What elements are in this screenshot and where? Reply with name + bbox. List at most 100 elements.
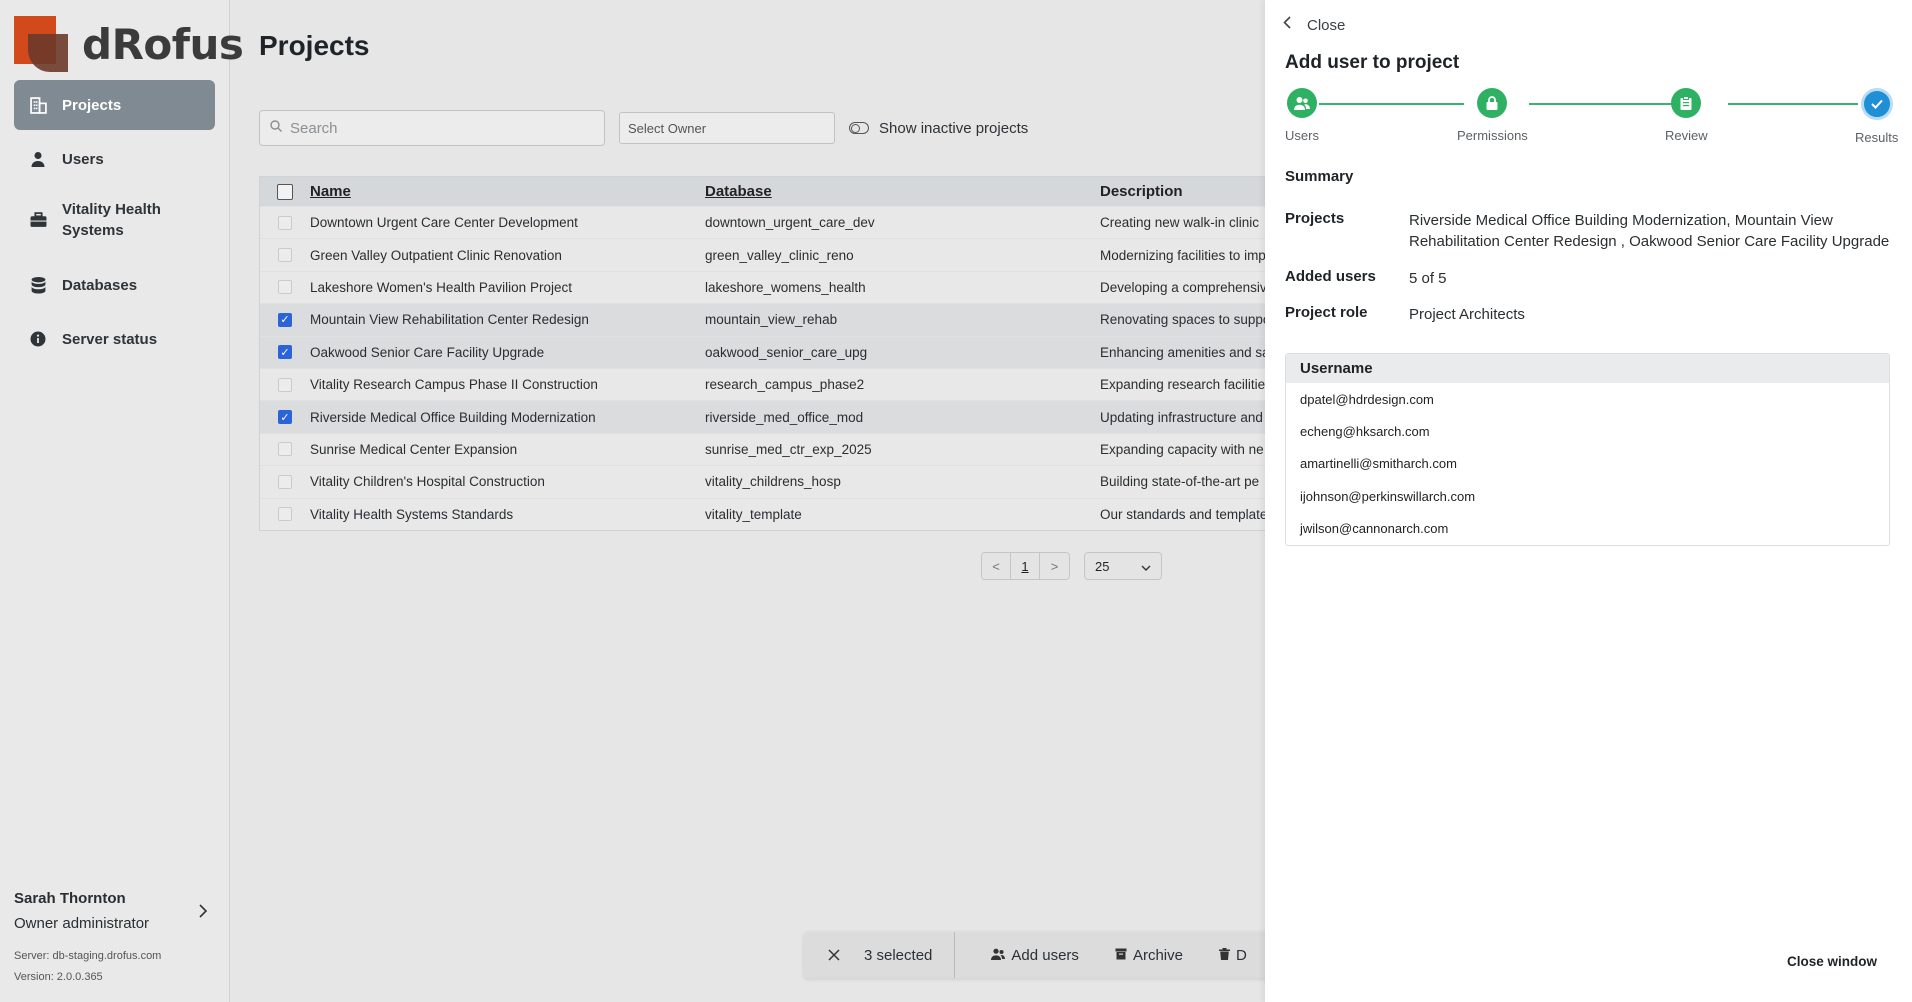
sidebar-item-projects[interactable]: Projects <box>14 80 215 130</box>
project-name: Vitality Research Campus Phase II Constr… <box>310 377 598 393</box>
briefcase-icon <box>28 210 48 230</box>
step-connector <box>1319 103 1464 105</box>
close-icon <box>828 945 840 965</box>
step-connector <box>1529 103 1672 105</box>
wizard-stepper: Users Permissions Review Results <box>1285 88 1898 148</box>
owner-select-placeholder: Select Owner <box>628 120 707 136</box>
added-users-table: Username dpatel@hdrdesign.com echeng@hksa… <box>1285 353 1890 546</box>
projects-label: Projects <box>1285 210 1345 227</box>
row-checkbox[interactable] <box>278 507 292 522</box>
sidebar-item-databases[interactable]: Databases <box>14 260 215 310</box>
close-button[interactable]: Close <box>1283 16 1345 34</box>
projects-table: Name Database Description Downtown Urgen… <box>259 176 1309 531</box>
table-row[interactable]: Vitality Children's Hospital Constructio… <box>260 465 1308 497</box>
project-name: Downtown Urgent Care Center Development <box>310 215 578 231</box>
table-row[interactable]: Lakeshore Women's Health Pavilion Projec… <box>260 270 1308 303</box>
sidebar-item-server-status[interactable]: Server status <box>14 314 215 364</box>
archive-label: Archive <box>1132 946 1183 964</box>
page-1-button[interactable]: 1 <box>1011 553 1040 579</box>
row-checkbox[interactable]: ✓ <box>278 345 292 360</box>
row-checkbox[interactable]: ✓ <box>278 312 292 327</box>
version: Version: 2.0.0.365 <box>14 971 103 983</box>
username-row: echeng@hksarch.com <box>1300 424 1430 440</box>
username-row: amartinelli@smitharch.com <box>1300 456 1457 472</box>
row-checkbox[interactable] <box>278 474 292 489</box>
toggle-switch-icon[interactable] <box>849 122 869 134</box>
page-title: Projects <box>259 30 370 61</box>
chevron-down-icon <box>1141 559 1151 574</box>
check-icon <box>1860 88 1893 120</box>
next-page-button[interactable]: > <box>1040 553 1069 579</box>
sidebar-item-label: Users <box>62 150 104 168</box>
table-row[interactable]: ✓ Oakwood Senior Care Facility Upgrade oak… <box>260 335 1308 368</box>
chevron-right-icon[interactable] <box>198 902 208 923</box>
page-size-select[interactable]: 25 <box>1084 552 1162 580</box>
table-row[interactable]: Downtown Urgent Care Center Development d… <box>260 206 1308 238</box>
project-database: oakwood_senior_care_upg <box>705 344 868 360</box>
sidebar-item-label: Databases <box>62 276 138 294</box>
projects-value: Riverside Medical Office Building Modern… <box>1409 212 1890 250</box>
user-menu[interactable]: Sarah Thornton Owner administrator Serve… <box>14 890 214 988</box>
logo-mark-icon <box>14 16 70 72</box>
prev-page-button[interactable]: < <box>982 553 1011 579</box>
search-box[interactable] <box>259 110 605 146</box>
drawer-title: Add user to project <box>1285 52 1460 73</box>
summary-added-users: Added users 5 of 5 <box>1285 268 1894 289</box>
column-header-database[interactable]: Database <box>705 183 1100 200</box>
added-users-label: Added users <box>1285 268 1376 285</box>
project-database: lakeshore_womens_health <box>705 279 866 295</box>
username-row: ijohnson@perkinswillarch.com <box>1300 488 1476 504</box>
clear-selection-button[interactable] <box>804 945 864 966</box>
project-database: mountain_view_rehab <box>705 312 838 328</box>
select-all-checkbox[interactable] <box>277 183 293 200</box>
delete-label: D <box>1235 946 1247 964</box>
close-window-button[interactable]: Close window <box>1787 954 1877 969</box>
project-database: research_campus_phase2 <box>705 377 865 393</box>
add-users-button[interactable]: Add users <box>991 947 1079 964</box>
sidebar-item-label: Server status <box>62 330 158 348</box>
row-checkbox[interactable]: ✓ <box>278 410 292 425</box>
sidebar-item-users[interactable]: Users <box>14 134 215 184</box>
table-row[interactable]: Vitality Health Systems Standards vitalit… <box>260 497 1308 530</box>
chevron-left-icon <box>1283 16 1291 34</box>
row-checkbox[interactable] <box>278 215 292 230</box>
bulk-action-bar: 3 selected Add users Archive D <box>804 932 1304 978</box>
search-icon <box>270 119 282 137</box>
close-label: Close <box>1307 16 1346 34</box>
step-review: Review <box>1665 88 1708 143</box>
sidebar-item-vitality-health-systems[interactable]: Vitality Health Systems <box>14 188 215 252</box>
project-database: green_valley_clinic_reno <box>705 247 854 263</box>
table-row[interactable]: Vitality Research Campus Phase II Constr… <box>260 367 1308 400</box>
owner-select[interactable]: Select Owner <box>619 112 835 144</box>
project-database: riverside_med_office_mod <box>705 409 864 425</box>
row-checkbox[interactable] <box>278 280 292 295</box>
project-name: Lakeshore Women's Health Pavilion Projec… <box>310 279 572 295</box>
table-row[interactable]: ✓ Mountain View Rehabilitation Center Red… <box>260 303 1308 336</box>
step-connector <box>1728 103 1858 105</box>
sidebar: dRofus Projects Users Vitality Health Sy… <box>0 0 244 1002</box>
search-input[interactable] <box>290 119 580 137</box>
archive-button[interactable]: Archive <box>1115 947 1183 964</box>
table-row[interactable]: ✓ Riverside Medical Office Building Moder… <box>260 400 1308 433</box>
inactive-projects-toggle[interactable]: Show inactive projects <box>849 120 1028 137</box>
project-database: downtown_urgent_care_dev <box>705 215 875 231</box>
logo[interactable]: dRofus <box>14 16 244 72</box>
step-label: Users <box>1285 128 1319 143</box>
summary-heading: Summary <box>1285 168 1354 185</box>
project-database: sunrise_med_ctr_exp_2025 <box>705 441 872 457</box>
person-icon <box>28 149 48 169</box>
added-users-value: 5 of 5 <box>1409 270 1447 287</box>
project-database: vitality_childrens_hosp <box>705 474 841 490</box>
row-checkbox[interactable] <box>278 248 292 263</box>
project-name: Green Valley Outpatient Clinic Renovatio… <box>310 247 562 263</box>
row-checkbox[interactable] <box>278 377 292 392</box>
toolbar: Select Owner Show inactive projects <box>259 110 1028 146</box>
delete-button[interactable]: D <box>1218 946 1247 964</box>
pagination: < 1 > 25 <box>981 552 1162 580</box>
column-header-name[interactable]: Name <box>310 183 705 200</box>
row-checkbox[interactable] <box>278 442 292 457</box>
selected-count: 3 selected <box>864 932 956 978</box>
table-row[interactable]: Sunrise Medical Center Expansion sunrise_… <box>260 432 1308 465</box>
table-row[interactable]: Green Valley Outpatient Clinic Renovatio… <box>260 238 1308 270</box>
step-label: Permissions <box>1457 128 1528 143</box>
